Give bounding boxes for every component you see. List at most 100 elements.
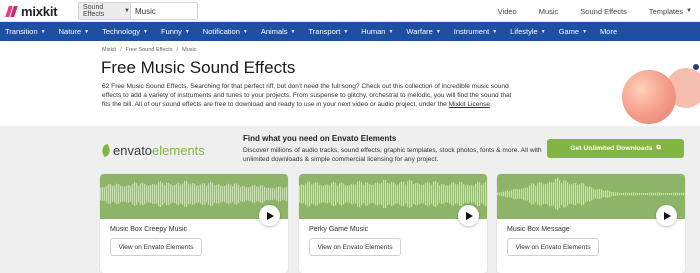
mixkit-logo[interactable]: mixkit [5, 4, 58, 19]
waveform-bar [379, 183, 381, 205]
waveform-bar [587, 186, 589, 202]
waveform-bar [136, 183, 138, 205]
waveform-bar [405, 184, 407, 204]
nav-video[interactable]: Video [498, 7, 517, 16]
category-instrument[interactable]: Instrument ▼ [454, 27, 497, 36]
waveform-bar [653, 192, 655, 196]
view-on-envato-button[interactable]: View on Envato Elements [507, 238, 599, 256]
play-button[interactable] [458, 205, 479, 226]
waveform-bar [190, 184, 192, 204]
view-on-envato-button[interactable]: View on Envato Elements [110, 238, 202, 256]
waveform-bar [565, 180, 567, 208]
breadcrumb-music: Music [182, 47, 197, 53]
waveform-bar [631, 192, 633, 196]
category-lifestyle[interactable]: Lifestyle ▼ [510, 27, 545, 36]
breadcrumb-free-sound-effects[interactable]: Free Sound Effects [126, 47, 173, 53]
waveform-bar [477, 181, 479, 207]
search-category-select[interactable]: Sound Effects ▼ [79, 3, 131, 19]
waveform-bar [218, 184, 220, 204]
waveform-bar [645, 193, 647, 195]
nav-templates[interactable]: Templates ▼ [649, 7, 692, 16]
waveform-bar [629, 192, 631, 196]
waveform-bar [154, 184, 156, 204]
waveform-bar [134, 182, 136, 206]
breadcrumb: Mixkit / Free Sound Effects / Music [102, 47, 196, 53]
category-notification[interactable]: Notification ▼ [203, 27, 248, 36]
waveform-bar [148, 185, 150, 203]
category-transition[interactable]: Transition ▼ [5, 27, 46, 36]
breadcrumb-separator: / [176, 47, 179, 53]
waveform-bar [301, 184, 303, 204]
nav-music[interactable]: Music [539, 7, 559, 16]
waveform-bar [146, 185, 148, 203]
waveform-bar [633, 192, 635, 196]
breadcrumb-mixkit[interactable]: Mixkit [102, 47, 116, 53]
waveform-bar [455, 184, 457, 204]
category-human[interactable]: Human ▼ [361, 27, 393, 36]
category-animals[interactable]: Animals ▼ [261, 27, 296, 36]
waveform-bar [415, 183, 417, 205]
envato-elements-logo[interactable]: envato elements [100, 143, 205, 158]
chevron-down-icon: ▼ [290, 28, 296, 35]
waveform-bar [359, 180, 361, 208]
waveform-bar [461, 182, 463, 206]
waveform-bar [513, 189, 515, 199]
category-funny[interactable]: Funny ▼ [161, 27, 190, 36]
search-input[interactable] [131, 3, 197, 19]
waveform-bar [395, 184, 397, 204]
category-game[interactable]: Game ▼ [559, 27, 587, 36]
waveform-bar [683, 192, 685, 196]
waveform-bar [188, 183, 190, 205]
waveform-bar [389, 183, 391, 205]
mixkit-license-link[interactable]: Mixkit License [449, 101, 490, 108]
category-warfare[interactable]: Warfare ▼ [406, 27, 440, 36]
waveform-bar [647, 192, 649, 196]
waveform-bar [226, 184, 228, 204]
waveform-bar [220, 185, 222, 203]
category-transport[interactable]: Transport ▼ [309, 27, 349, 36]
waveform-bar [573, 183, 575, 205]
waveform-bar [176, 183, 178, 205]
waveform-bar [661, 192, 663, 196]
waveform-bar [669, 192, 671, 196]
chevron-down-icon: ▼ [84, 28, 90, 35]
category-more[interactable]: More [600, 27, 617, 36]
play-button[interactable] [656, 205, 677, 226]
waveform-bar [515, 188, 517, 200]
nav-sound-effects[interactable]: Sound Effects [580, 7, 627, 16]
waveform-bar [242, 185, 244, 203]
waveform-bar [351, 183, 353, 205]
waveform-bar [124, 186, 126, 202]
waveform-bar [467, 184, 469, 204]
waveform-bar [250, 186, 252, 202]
view-on-envato-button[interactable]: View on Envato Elements [309, 238, 401, 256]
waveform-bar [429, 182, 431, 206]
waveform-bar [373, 184, 375, 204]
waveform-bar [673, 192, 675, 196]
waveform-bar [615, 192, 617, 196]
waveform-bar [539, 181, 541, 207]
waveform-bar [425, 182, 427, 206]
get-unlimited-downloads-button[interactable]: Get Unlimited Downloads ⧉ [547, 139, 684, 158]
waveform-bar [555, 178, 557, 210]
category-nature[interactable]: Nature ▼ [59, 27, 89, 36]
chevron-down-icon: ▼ [124, 8, 130, 14]
waveform-bar [108, 184, 110, 204]
waveform-bar [230, 184, 232, 204]
waveform-bar [341, 182, 343, 206]
waveform-bar [413, 183, 415, 205]
waveform-bar [208, 183, 210, 205]
waveform-bar [567, 182, 569, 206]
sound-card[interactable]: Music Box Creepy Music View on Envato El… [100, 174, 288, 273]
waveform-bar [479, 182, 481, 206]
sound-card[interactable]: Perky Game Music View on Envato Elements [299, 174, 487, 273]
waveform-bar [575, 182, 577, 206]
category-technology[interactable]: Technology ▼ [102, 27, 148, 36]
play-button[interactable] [259, 205, 280, 226]
waveform-bar [335, 182, 337, 206]
waveform-bar [643, 193, 645, 195]
hero-decoration [610, 62, 700, 132]
waveform-bar [216, 184, 218, 204]
page-title: Free Music Sound Effects [101, 58, 296, 77]
sound-card[interactable]: Music Box Message View on Envato Element… [497, 174, 685, 273]
